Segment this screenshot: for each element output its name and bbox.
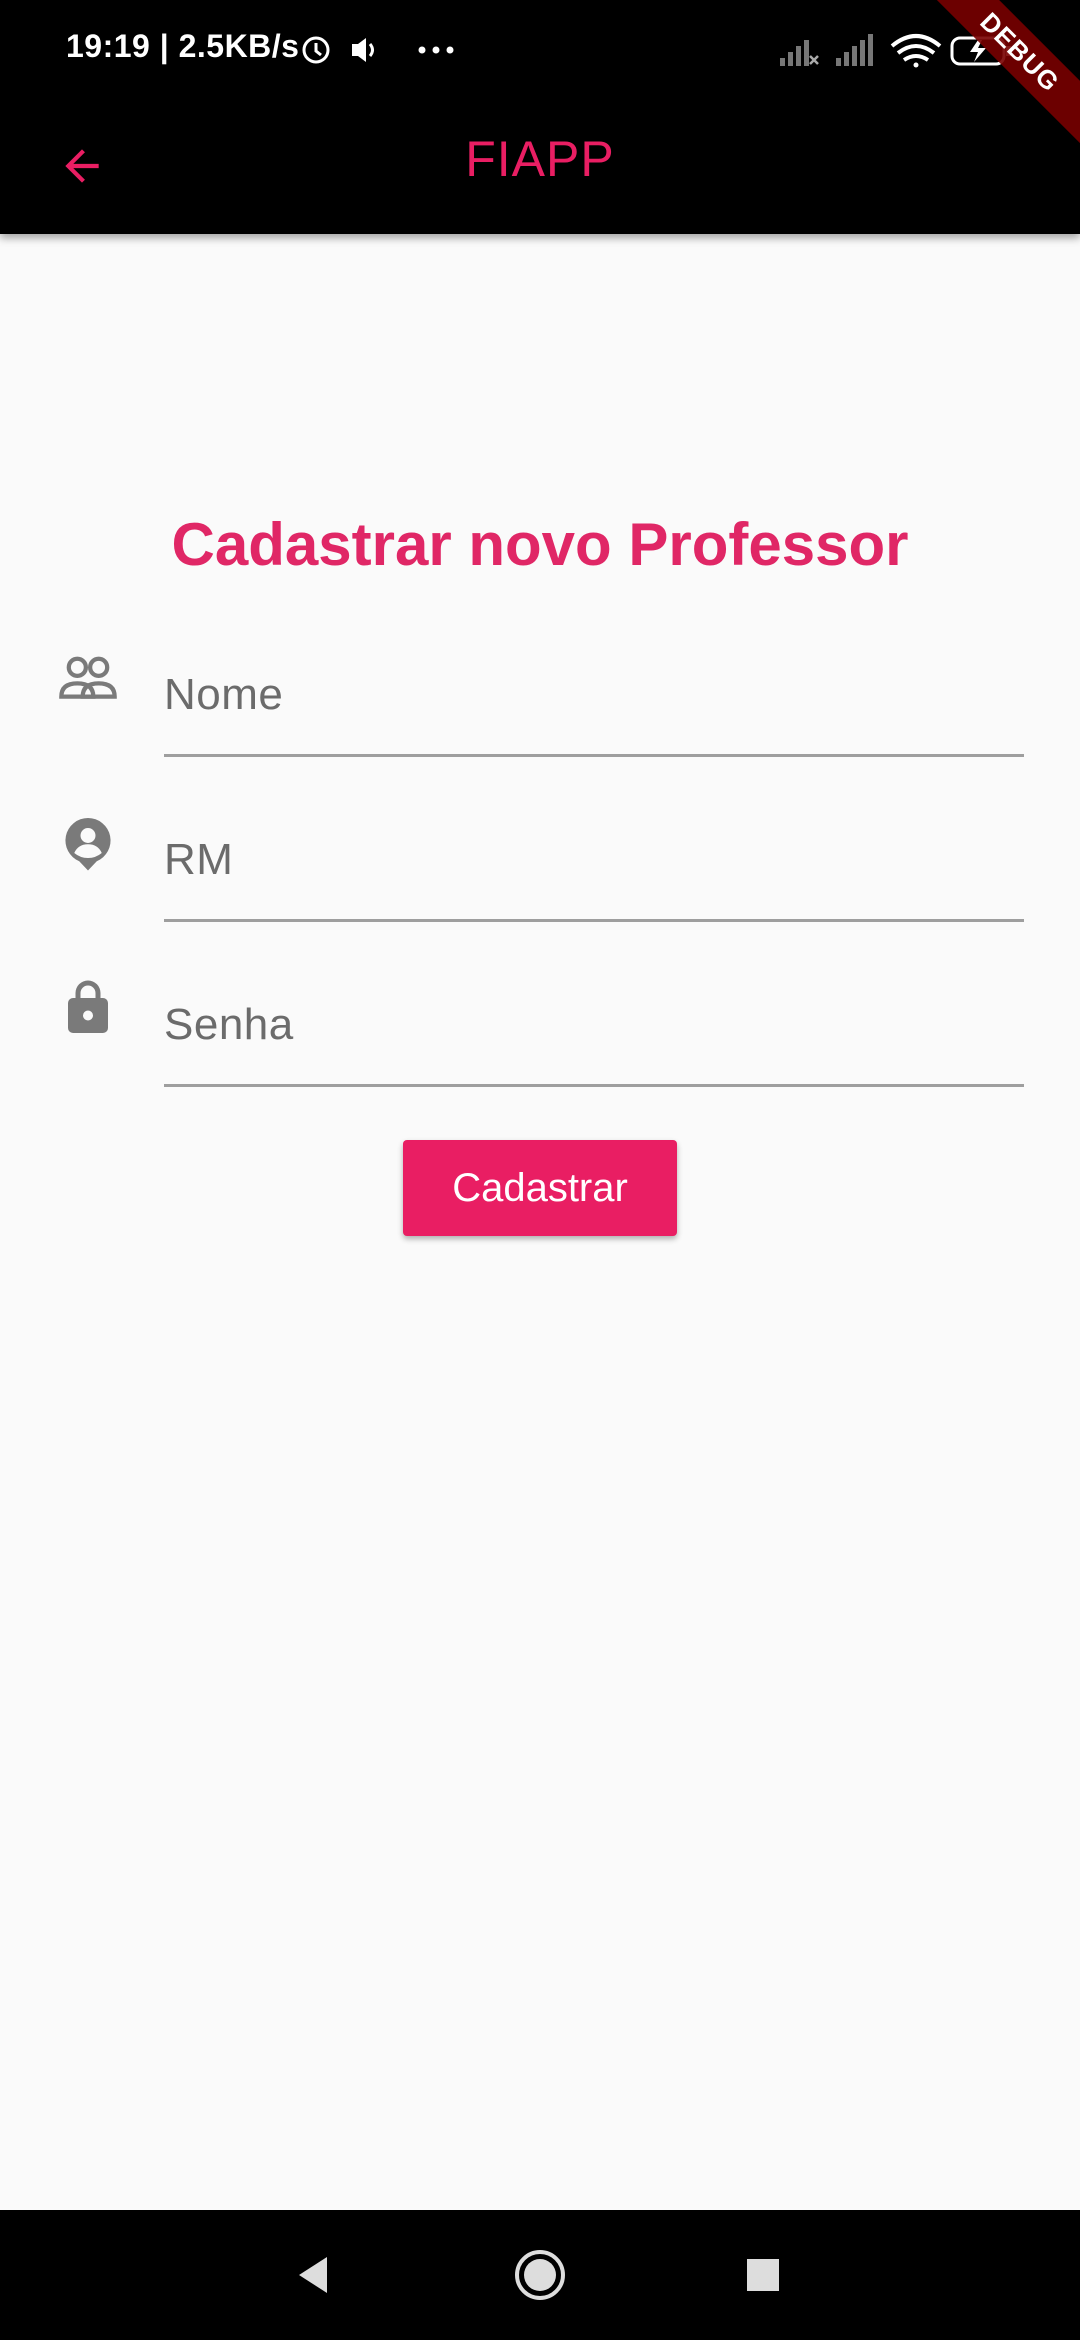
more-dots-icon [418,46,454,54]
password-input[interactable] [164,950,1024,1087]
name-field [50,620,1030,757]
volume-icon [352,38,374,62]
status-left-icons [302,36,454,64]
rm-input[interactable] [164,785,1024,922]
account-pin-icon [50,805,126,881]
signal-x-icon [780,40,819,66]
form-title: Cadastrar novo Professor [171,511,909,578]
alarm-icon [302,36,330,64]
password-field [50,950,1030,1087]
wifi-icon [890,34,942,68]
status-time: 19:19 | 2.5KB/s [66,28,300,64]
back-triangle-icon [299,2257,327,2293]
system-nav-bar [0,2210,1080,2340]
cadastrar-button[interactable]: Cadastrar [403,1140,677,1236]
home-circle-icon [515,2250,565,2300]
signal-icon [836,34,873,66]
lock-icon [50,970,126,1046]
recents-square-icon [747,2259,779,2291]
nav-recents-button[interactable] [723,2240,803,2310]
app-title: FIAPP [465,131,615,187]
status-bar: 19:19 | 2.5KB/s [0,0,1080,100]
people-icon [50,640,126,716]
nav-home-button[interactable] [500,2240,580,2310]
rm-field [50,785,1030,922]
nav-back-button[interactable] [273,2240,353,2310]
name-input[interactable] [164,620,1024,757]
app-bar: FIAPP [0,100,1080,234]
